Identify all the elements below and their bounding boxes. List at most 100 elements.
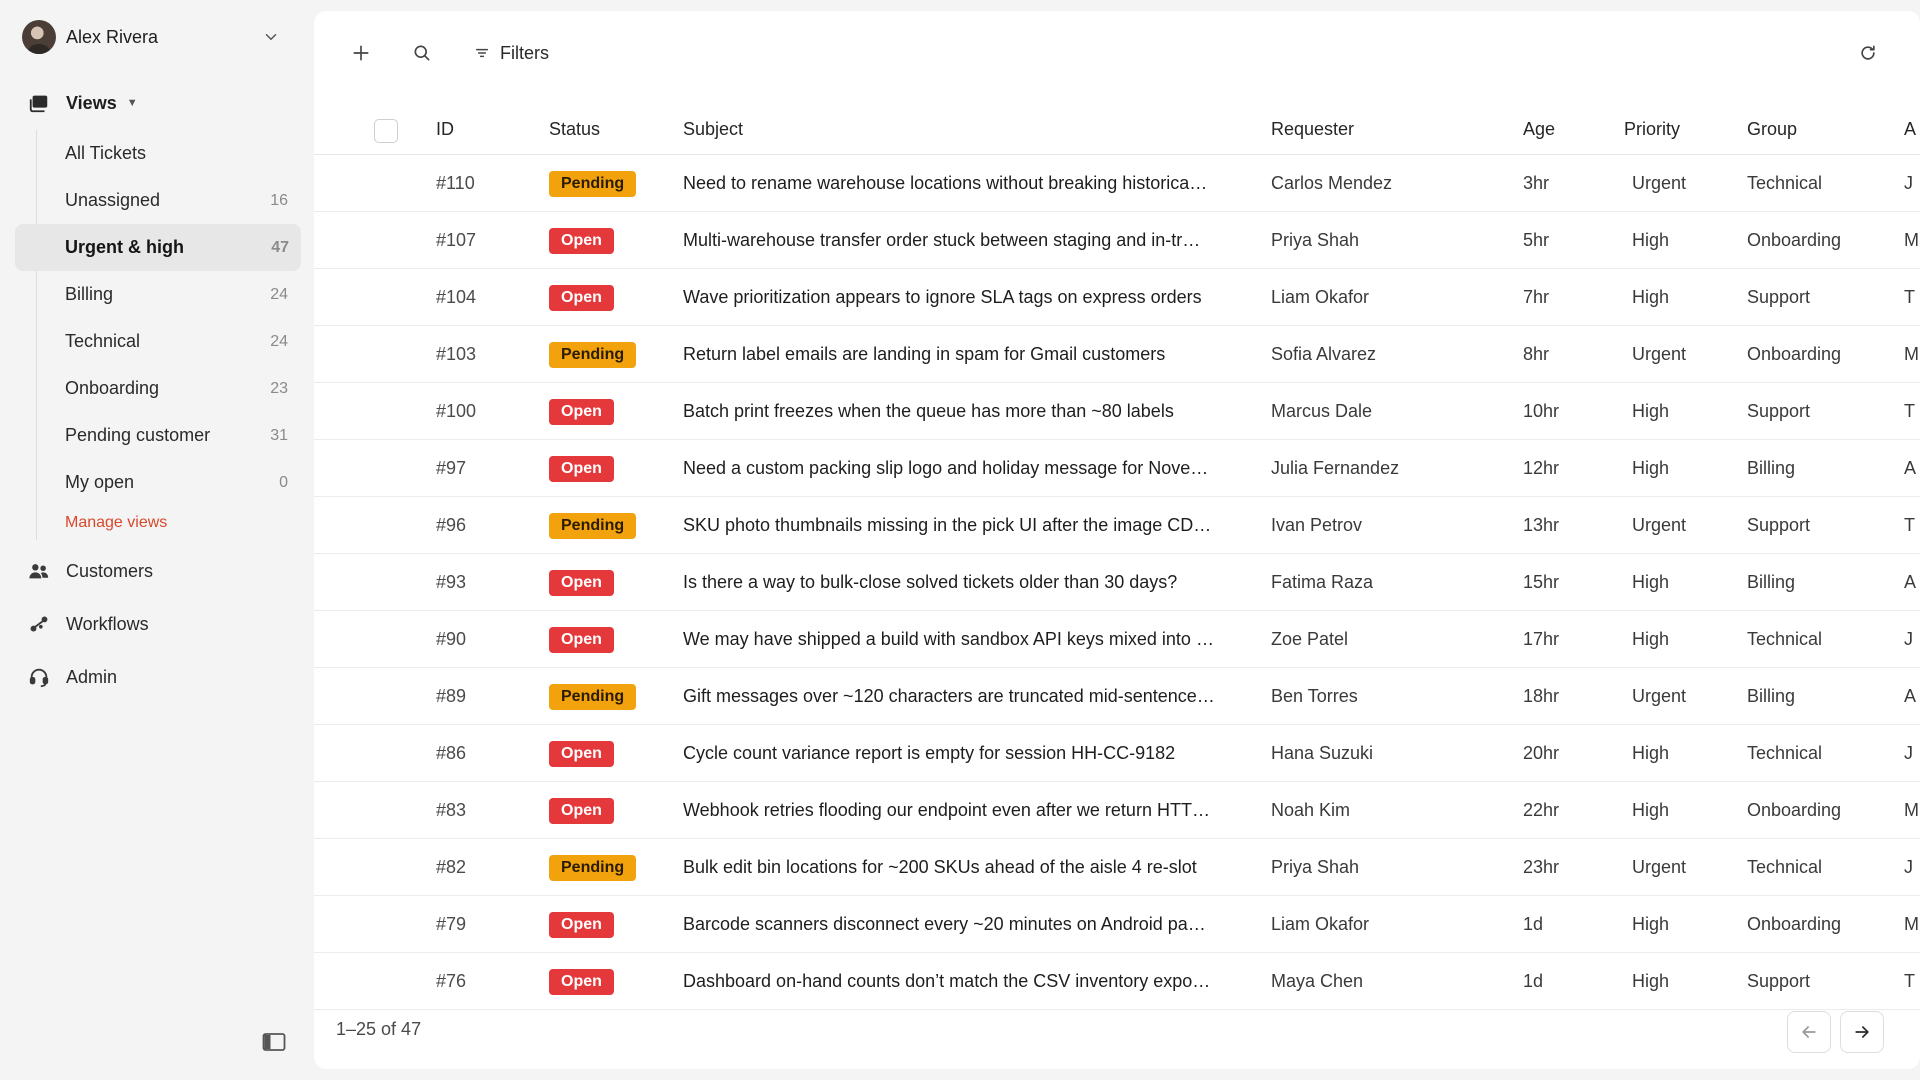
table-row[interactable]: #100 Open Batch print freezes when the que… [314, 383, 1920, 440]
ticket-priority: High [1632, 800, 1670, 820]
ticket-priority: Urgent [1632, 344, 1687, 364]
column-header-requester[interactable]: Requester [1271, 103, 1354, 155]
status-badge: Open [549, 798, 614, 824]
ticket-group: Technical [1747, 857, 1823, 877]
ticket-requester: Fatima Raza [1271, 572, 1374, 592]
column-header-age[interactable]: Age [1523, 103, 1555, 155]
ticket-group: Technical [1747, 173, 1823, 193]
nav-admin[interactable]: Admin [28, 666, 117, 688]
refresh-icon [1861, 45, 1875, 60]
ticket-id: #83 [436, 800, 467, 820]
ticket-priority: High [1632, 230, 1670, 250]
ticket-priority: High [1632, 971, 1670, 991]
ticket-subject: Dashboard on-hand counts don’t match the… [683, 971, 1211, 991]
ticket-subject: Barcode scanners disconnect every ~20 mi… [683, 914, 1206, 934]
view-item[interactable]: Onboarding 23 [37, 365, 300, 412]
table-row[interactable]: #96 Pending SKU photo thumbnails missing i… [314, 497, 1920, 554]
ticket-id: #103 [436, 344, 477, 364]
view-item[interactable]: All Tickets [37, 130, 300, 177]
chevron-down-icon[interactable] [262, 28, 280, 46]
ticket-age: 20hr [1523, 743, 1560, 763]
column-header-status[interactable]: Status [549, 103, 600, 155]
user-name: Alex Rivera [66, 26, 159, 47]
ticket-overflow-cell: J [1904, 629, 1913, 649]
table-row[interactable]: #107 Open Multi-warehouse transfer order s… [314, 212, 1920, 269]
ticket-requester: Liam Okafor [1271, 287, 1370, 307]
ticket-overflow-cell: T [1904, 401, 1915, 421]
avatar [22, 20, 56, 54]
next-page-button[interactable] [1840, 1011, 1884, 1053]
view-list: All Tickets Unassigned 16 Urgent & high 47 Bi… [15, 130, 301, 540]
ticket-age: 1d [1523, 914, 1544, 934]
sidebar-toggle-icon[interactable] [262, 1032, 286, 1052]
ticket-subject: Wave prioritization appears to ignore SL… [683, 287, 1202, 307]
ticket-group: Support [1747, 971, 1811, 991]
table-row[interactable]: #93 Open Is there a way to bulk-close solv… [314, 554, 1920, 611]
ticket-subject: SKU photo thumbnails missing in the pick… [683, 515, 1212, 535]
filters-button[interactable]: Filters [474, 39, 549, 67]
ticket-group: Support [1747, 401, 1811, 421]
table-row[interactable]: #83 Open Webhook retries flooding our endp… [314, 782, 1920, 839]
ticket-group: Support [1747, 515, 1811, 535]
ticket-overflow-cell: A [1904, 458, 1917, 478]
table-row[interactable]: #86 Open Cycle count variance report is em… [314, 725, 1920, 782]
view-label: My open [65, 472, 135, 492]
view-label: Unassigned [65, 190, 161, 210]
ticket-overflow-cell: T [1904, 971, 1915, 991]
ticket-priority: High [1632, 401, 1670, 421]
user-menu[interactable]: Alex Rivera [22, 20, 292, 54]
add-ticket-button[interactable] [347, 39, 375, 67]
ticket-group: Onboarding [1747, 344, 1842, 364]
ticket-subject: Multi-warehouse transfer order stuck bet… [683, 230, 1201, 250]
table-row[interactable]: #90 Open We may have shipped a build with … [314, 611, 1920, 668]
ticket-group: Billing [1747, 572, 1796, 592]
select-all-checkbox[interactable] [374, 119, 398, 143]
view-item[interactable]: Urgent & high 47 [15, 224, 301, 271]
table-row[interactable]: #79 Open Barcode scanners disconnect every… [314, 896, 1920, 953]
manage-views-link[interactable]: Manage views [37, 506, 300, 540]
nav-customers[interactable]: Customers [28, 560, 153, 582]
table-row[interactable]: #82 Pending Bulk edit bin locations for ~2… [314, 839, 1920, 896]
view-item[interactable]: Pending customer 31 [37, 412, 300, 459]
refresh-button[interactable] [1854, 39, 1882, 67]
ticket-requester: Hana Suzuki [1271, 743, 1374, 763]
view-item[interactable]: Billing 24 [37, 271, 300, 318]
ticket-overflow-cell: M [1904, 344, 1919, 364]
caret-down-icon: ▼ [126, 97, 138, 109]
ticket-requester: Priya Shah [1271, 857, 1360, 877]
status-badge: Open [549, 627, 614, 653]
table-row[interactable]: #104 Open Wave prioritization appears to i… [314, 269, 1920, 326]
status-badge: Open [549, 456, 614, 482]
column-header-subject[interactable]: Subject [683, 103, 743, 155]
search-button[interactable] [408, 39, 436, 67]
previous-page-button[interactable] [1787, 1011, 1831, 1053]
ticket-overflow-cell: J [1904, 173, 1913, 193]
nav-workflows[interactable]: Workflows [28, 613, 149, 635]
status-badge: Pending [549, 171, 637, 197]
view-item[interactable]: Unassigned 16 [37, 177, 300, 224]
view-item[interactable]: Technical 24 [37, 318, 300, 365]
view-count: 24 [270, 285, 288, 303]
table-row[interactable]: #89 Pending Gift messages over ~120 charac… [314, 668, 1920, 725]
ticket-priority: High [1632, 743, 1670, 763]
ticket-id: #104 [436, 287, 477, 307]
column-header-group[interactable]: Group [1747, 103, 1797, 155]
ticket-subject: Webhook retries flooding our endpoint ev… [683, 800, 1210, 820]
view-item[interactable]: My open 0 [37, 459, 300, 506]
column-header-id[interactable]: ID [436, 103, 454, 155]
table-row[interactable]: #76 Open Dashboard on-hand counts don’t ma… [314, 953, 1920, 1010]
ticket-age: 12hr [1523, 458, 1560, 478]
ticket-requester: Julia Fernandez [1271, 458, 1400, 478]
table-row[interactable]: #103 Pending Return label emails are landi… [314, 326, 1920, 383]
ticket-id: #97 [436, 458, 467, 478]
ticket-priority: Urgent [1632, 173, 1687, 193]
table-row[interactable]: #97 Open Need a custom packing slip logo a… [314, 440, 1920, 497]
status-badge: Pending [549, 855, 637, 881]
table-row[interactable]: #110 Pending Need to rename warehouse loca… [314, 155, 1920, 212]
column-header-priority[interactable]: Priority [1624, 103, 1680, 155]
view-count: 24 [270, 332, 288, 350]
view-label: Technical [65, 331, 141, 351]
status-badge: Pending [549, 684, 637, 710]
views-toggle[interactable]: Views ▼ [28, 92, 138, 114]
ticket-id: #107 [436, 230, 477, 250]
